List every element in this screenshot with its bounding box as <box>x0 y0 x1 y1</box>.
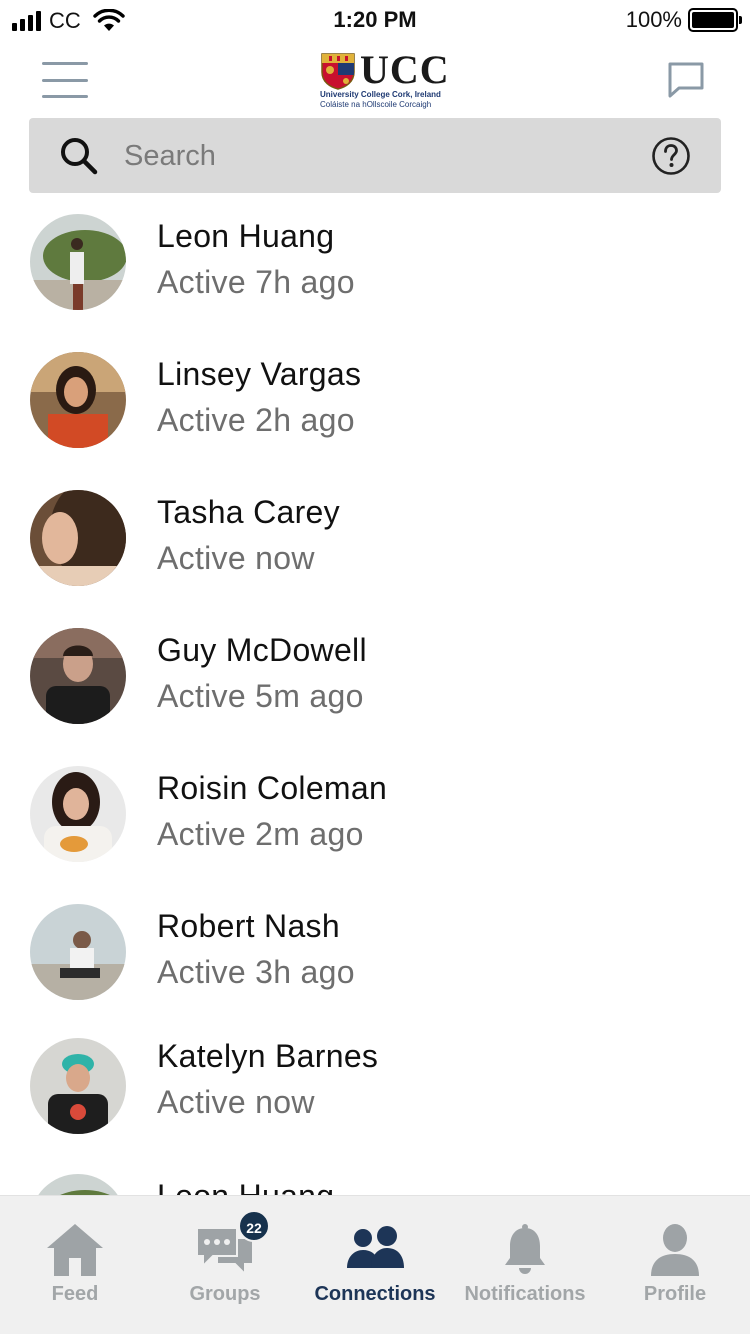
tab-label: Connections <box>314 1283 436 1305</box>
logo-wordmark: UCC <box>360 47 450 92</box>
connection-status: Active 3h ago <box>157 954 355 990</box>
crest-icon <box>321 53 355 90</box>
tab-label: Notifications <box>464 1283 586 1305</box>
list-item[interactable]: Leon Huang Active 7h ago <box>0 193 750 331</box>
logo-subtitle-ga: Coláiste na hOllscoile Corcaigh <box>320 100 432 109</box>
list-item[interactable]: Linsey Vargas Active 2h ago <box>0 331 750 469</box>
tab-notifications[interactable]: Notifications <box>450 1196 600 1334</box>
profile-icon <box>651 1224 699 1276</box>
avatar <box>30 214 126 310</box>
tab-feed[interactable]: Feed <box>0 1196 150 1334</box>
status-bar-right: 100% <box>625 7 742 33</box>
battery-icon <box>688 8 742 32</box>
list-item[interactable]: Robert Nash Active 3h ago <box>0 883 750 1021</box>
tab-label: Feed <box>51 1283 99 1305</box>
list-item[interactable]: Roisin Coleman Active 2m ago <box>0 745 750 883</box>
connection-name: Leon Huang <box>157 218 335 254</box>
connection-status: Active now <box>157 540 315 576</box>
search-input[interactable] <box>124 130 624 182</box>
avatar <box>30 490 126 586</box>
list-item[interactable]: Guy McDowell Active 5m ago <box>0 607 750 745</box>
search-bar <box>29 118 721 193</box>
home-icon <box>47 1224 103 1276</box>
tab-groups[interactable]: 22 Groups <box>150 1196 300 1334</box>
list-item[interactable]: Tasha Carey Active now <box>0 469 750 607</box>
connection-status: Active 7h ago <box>157 264 355 300</box>
list-item[interactable]: Katelyn Barnes Active now <box>0 1021 750 1159</box>
connection-status: Active 2h ago <box>157 402 355 438</box>
connections-list: Leon Huang Active 7h ago Linsey Vargas A… <box>0 193 750 1195</box>
avatar <box>30 1174 126 1195</box>
avatar <box>30 1038 126 1134</box>
tab-profile[interactable]: Profile <box>600 1196 750 1334</box>
bell-icon <box>505 1224 545 1274</box>
connections-people-icon <box>347 1226 404 1268</box>
ucc-logo: UCC University College Cork, Ireland Col… <box>320 47 449 110</box>
connection-name: Tasha Carey <box>157 494 340 530</box>
connection-status: Active 2m ago <box>157 816 364 852</box>
app-header: UCC University College Cork, Ireland Col… <box>0 42 750 118</box>
avatar <box>30 766 126 862</box>
connection-status: Active now <box>157 1084 315 1120</box>
avatar <box>30 628 126 724</box>
chat-bubble-icon[interactable] <box>666 60 706 100</box>
tab-bar: Feed 22 Groups Connections Notifications… <box>0 1195 750 1334</box>
connection-name: Guy McDowell <box>157 632 367 668</box>
logo-subtitle-en: University College Cork, Ireland <box>320 90 441 99</box>
help-question-icon[interactable] <box>651 136 691 176</box>
battery-percent: 100% <box>625 7 682 32</box>
connections-screen: CC 1:20 PM 100% UCC University College C… <box>0 0 750 1334</box>
hamburger-menu-icon[interactable] <box>42 62 88 98</box>
connection-name: Roisin Coleman <box>157 770 388 806</box>
connection-name: Katelyn Barnes <box>157 1038 379 1074</box>
status-bar: CC 1:20 PM 100% <box>0 0 750 42</box>
connection-status: Active 5m ago <box>157 678 364 714</box>
tab-label: Profile <box>643 1283 707 1305</box>
list-item[interactable]: Leon Huang <box>0 1159 750 1195</box>
avatar <box>30 904 126 1000</box>
tab-label: Groups <box>189 1283 261 1305</box>
groups-badge: 22 <box>238 1210 270 1242</box>
tab-connections[interactable]: Connections <box>300 1196 450 1334</box>
search-icon <box>61 138 98 175</box>
connection-name: Leon Huang <box>157 1178 334 1195</box>
connection-name: Linsey Vargas <box>157 356 362 392</box>
connection-name: Robert Nash <box>157 908 340 944</box>
avatar <box>30 352 126 448</box>
